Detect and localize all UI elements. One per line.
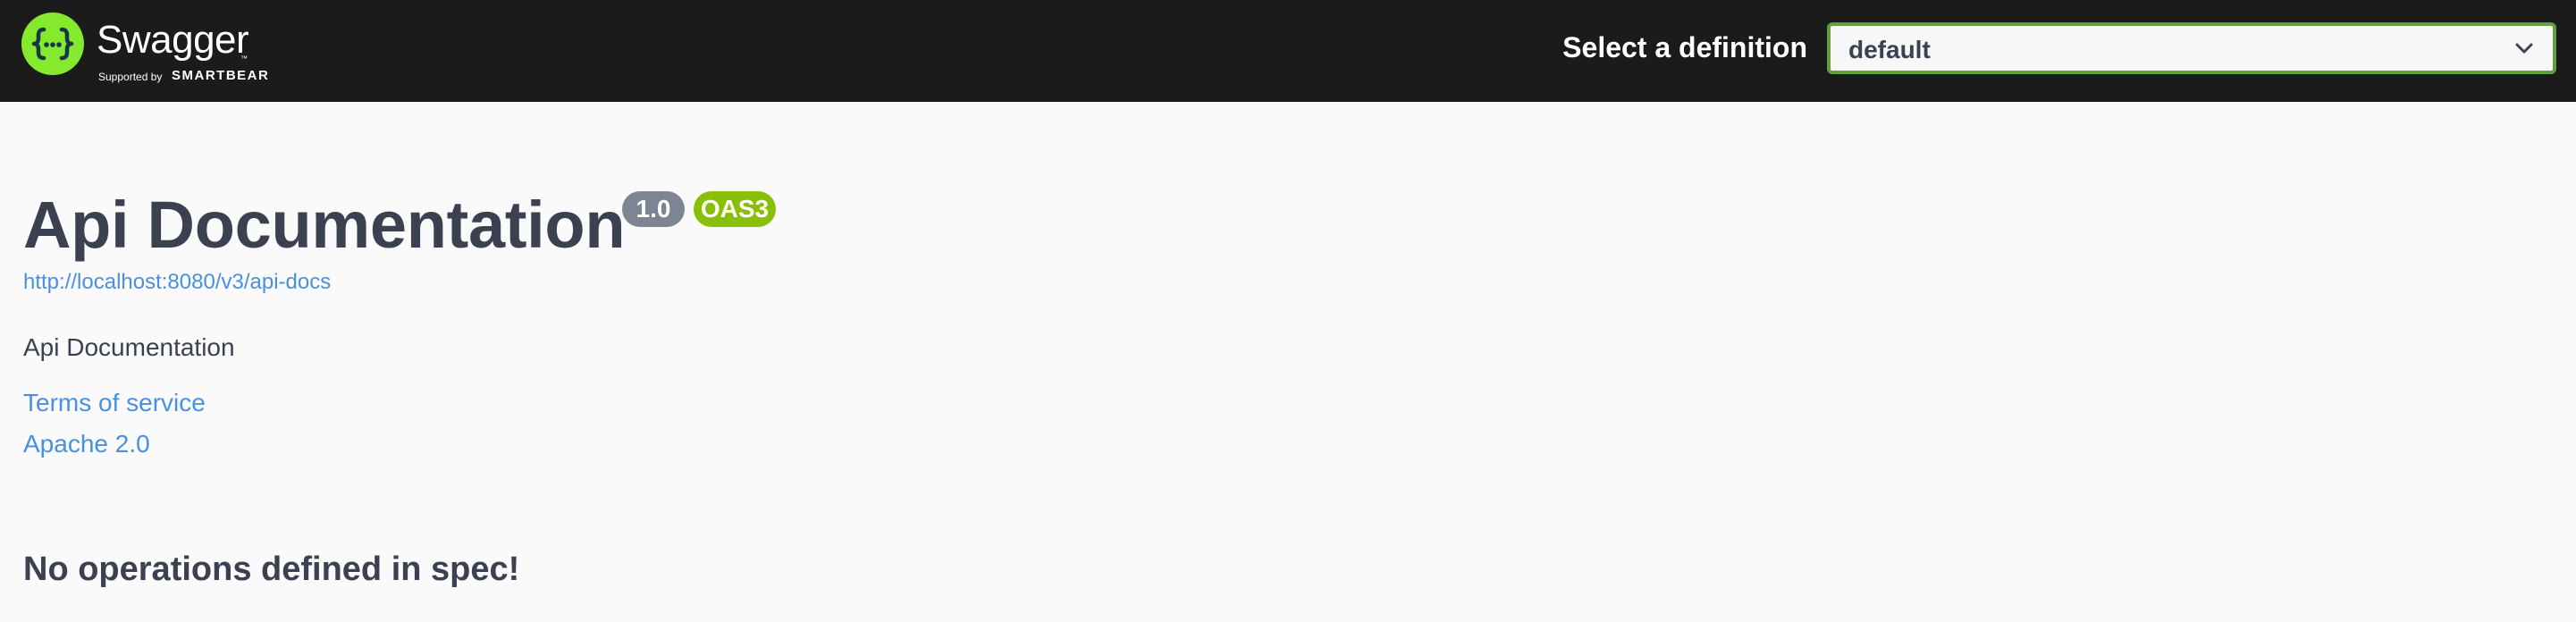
oas-badge: OAS3 [694,191,776,227]
supported-by-text: Supported by [98,71,163,83]
swagger-braces-icon [21,13,84,75]
swagger-wordmark: Swagger [97,18,249,62]
select-definition-label: Select a definition [1562,31,1807,63]
spec-url-link[interactable]: http://localhost:8080/v3/api-docs [23,269,331,296]
license-link[interactable]: Apache 2.0 [23,429,150,459]
definition-select-value: default [1848,36,1931,63]
version-badge: 1.0 [622,191,685,227]
definition-select[interactable]: default [1827,22,2556,74]
chevron-down-icon [2515,43,2533,54]
terms-of-service-link[interactable]: Terms of service [23,388,206,418]
topbar: Swagger ™ Supported by SMARTBEAR Select … [0,0,2576,102]
no-operations-message: No operations defined in spec! [23,551,520,588]
api-title: Api Documentation [23,188,626,262]
api-description: Api Documentation [23,333,235,361]
smartbear-wordmark: SMARTBEAR [172,68,270,83]
trademark-symbol: ™ [240,55,248,63]
swagger-logo-link[interactable]: Swagger ™ Supported by SMARTBEAR [21,13,290,89]
